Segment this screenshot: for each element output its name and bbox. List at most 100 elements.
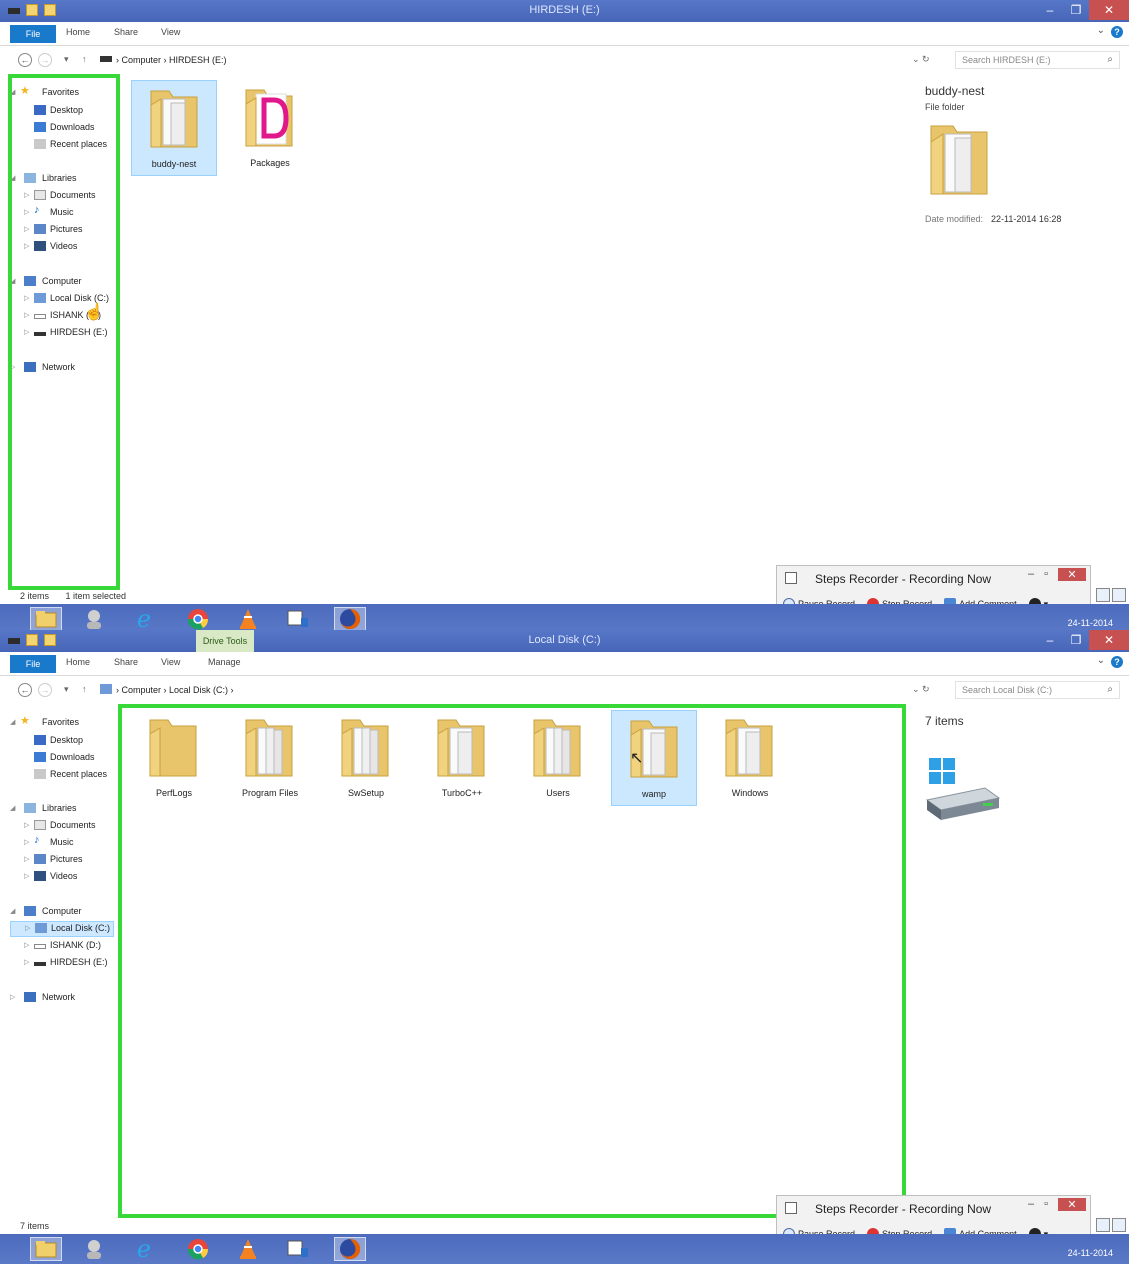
people-icon[interactable] <box>78 1237 110 1261</box>
highlight-box <box>8 74 120 590</box>
chevron-down-icon[interactable]: ⌄ <box>1097 25 1105 36</box>
details-view-icon[interactable] <box>1096 588 1110 602</box>
nav-local-disk[interactable]: ▷ Local Disk (C:) <box>10 921 114 937</box>
folder-item[interactable]: buddy-nest <box>131 80 217 176</box>
nav-pictures[interactable]: ▷ Pictures <box>10 853 110 867</box>
back-button[interactable]: ← <box>18 683 32 697</box>
libraries-icon <box>24 803 36 813</box>
tray-date[interactable]: 24-11-2014 <box>1068 618 1113 628</box>
details-name: buddy-nest <box>925 84 985 98</box>
details-pane: buddy-nest File folder Date modified: 22-… <box>925 84 1061 224</box>
tab-share[interactable]: Share <box>114 657 138 667</box>
nav-network[interactable]: ▷ Network <box>10 991 110 1005</box>
ribbon-tabs: File Home Share View Manage ⌄ ? <box>0 652 1129 676</box>
firefox-icon[interactable] <box>334 607 366 630</box>
folder-icon <box>245 719 293 777</box>
recent-locations-icon[interactable]: ▾ <box>64 54 69 65</box>
forward-button[interactable]: → <box>38 53 52 67</box>
tab-home[interactable]: Home <box>66 657 90 667</box>
nav-music[interactable]: ▷ ♪ Music <box>10 834 110 850</box>
folder-icon <box>725 719 773 777</box>
details-type: File folder <box>925 102 965 112</box>
details-view-icon[interactable] <box>1096 1218 1110 1232</box>
nav-desktop[interactable]: Desktop <box>10 734 110 748</box>
chrome-icon[interactable] <box>182 607 214 630</box>
maximize-button[interactable]: ▫ <box>1044 568 1048 581</box>
computer-icon <box>24 906 36 916</box>
folder-item[interactable]: TurboC++ <box>419 710 505 806</box>
refresh-icon[interactable]: ⌄ ↻ <box>912 54 930 65</box>
internet-explorer-icon[interactable]: e <box>128 605 160 630</box>
restore-button[interactable]: ❐ <box>1063 0 1089 20</box>
minimize-button[interactable]: – <box>1028 1198 1034 1211</box>
internet-explorer-icon[interactable]: e <box>128 1235 160 1263</box>
breadcrumb[interactable]: › Computer › HIRDESH (E:) <box>116 55 227 65</box>
file-explorer-icon[interactable] <box>30 1237 62 1261</box>
back-button[interactable]: ← <box>18 53 32 67</box>
downloads-icon <box>34 752 46 762</box>
nav-documents[interactable]: ▷ Documents <box>10 819 110 833</box>
nav-libraries[interactable]: ◢ Libraries <box>10 802 110 816</box>
tab-manage[interactable]: Manage <box>208 657 241 667</box>
taskbar: e 24-11-2014 <box>0 604 1129 630</box>
up-button[interactable]: ↑ <box>82 684 87 694</box>
drive-icon <box>34 944 46 949</box>
folder-item[interactable]: Windows <box>707 710 793 806</box>
folder-item[interactable]: SwSetup <box>323 710 409 806</box>
folder-item[interactable]: PerfLogs <box>131 710 217 806</box>
star-icon: ★ <box>20 715 30 727</box>
tab-home[interactable]: Home <box>66 27 90 37</box>
close-button[interactable]: ✕ <box>1089 630 1129 650</box>
refresh-icon[interactable]: ⌄ ↻ <box>912 684 930 695</box>
tab-view[interactable]: View <box>161 27 180 37</box>
vlc-icon[interactable] <box>232 1237 264 1261</box>
breadcrumb[interactable]: › Computer › Local Disk (C:) › <box>116 685 234 695</box>
help-icon[interactable]: ? <box>1111 26 1123 38</box>
chrome-icon[interactable] <box>182 1237 214 1261</box>
nav-computer[interactable]: ◢ Computer <box>10 905 110 919</box>
music-icon: ♪ <box>34 834 40 846</box>
close-button[interactable]: ✕ <box>1058 568 1086 581</box>
tab-file[interactable]: File <box>10 25 56 43</box>
maximize-button[interactable]: ▫ <box>1044 1198 1048 1211</box>
nav-downloads[interactable]: Downloads <box>10 751 110 765</box>
up-button[interactable]: ↑ <box>82 54 87 64</box>
minimize-button[interactable]: – <box>1037 0 1063 20</box>
people-icon[interactable] <box>78 607 110 630</box>
folder-item[interactable]: Users <box>515 710 601 806</box>
desktop-icon <box>34 735 46 745</box>
folder-item[interactable]: Packages <box>227 80 313 176</box>
chevron-down-icon[interactable]: ⌄ <box>1097 655 1105 666</box>
help-icon[interactable]: ? <box>1111 656 1123 668</box>
nav-ishank[interactable]: ▷ ISHANK (D:) <box>10 939 110 953</box>
vlc-icon[interactable] <box>232 607 264 630</box>
tab-file[interactable]: File <box>10 655 56 673</box>
firefox-icon[interactable] <box>334 1237 366 1261</box>
recent-locations-icon[interactable]: ▾ <box>64 684 69 695</box>
nav-favorites[interactable]: ◢ ★ Favorites <box>10 715 110 730</box>
large-icons-view-icon[interactable] <box>1112 1218 1126 1232</box>
folder-item[interactable]: Program Files <box>227 710 313 806</box>
tab-view[interactable]: View <box>161 657 180 667</box>
steps-recorder-taskbar-icon[interactable] <box>282 1237 314 1261</box>
local-disk-icon <box>925 758 1001 820</box>
steps-recorder-taskbar-icon[interactable] <box>282 607 314 630</box>
nav-videos[interactable]: ▷ Videos <box>10 870 110 884</box>
restore-button[interactable]: ❐ <box>1063 630 1089 650</box>
close-button[interactable]: ✕ <box>1089 0 1129 20</box>
close-button[interactable]: ✕ <box>1058 1198 1086 1211</box>
nav-recent-places[interactable]: Recent places <box>10 768 110 782</box>
details-date-modified: Date modified: 22-11-2014 16:28 <box>925 214 1062 224</box>
search-input[interactable]: Search Local Disk (C:) ⌕ <box>955 681 1120 699</box>
folder-icon <box>437 719 485 777</box>
nav-hirdesh[interactable]: ▷ HIRDESH (E:) <box>10 956 110 970</box>
forward-button[interactable]: → <box>38 683 52 697</box>
tray-date[interactable]: 24-11-2014 <box>1068 1248 1113 1258</box>
large-icons-view-icon[interactable] <box>1112 588 1126 602</box>
folder-item[interactable]: wamp <box>611 710 697 806</box>
minimize-button[interactable]: – <box>1028 568 1034 581</box>
search-input[interactable]: Search HIRDESH (E:) ⌕ <box>955 51 1120 69</box>
minimize-button[interactable]: – <box>1037 630 1063 650</box>
tab-share[interactable]: Share <box>114 27 138 37</box>
file-explorer-icon[interactable] <box>30 607 62 630</box>
